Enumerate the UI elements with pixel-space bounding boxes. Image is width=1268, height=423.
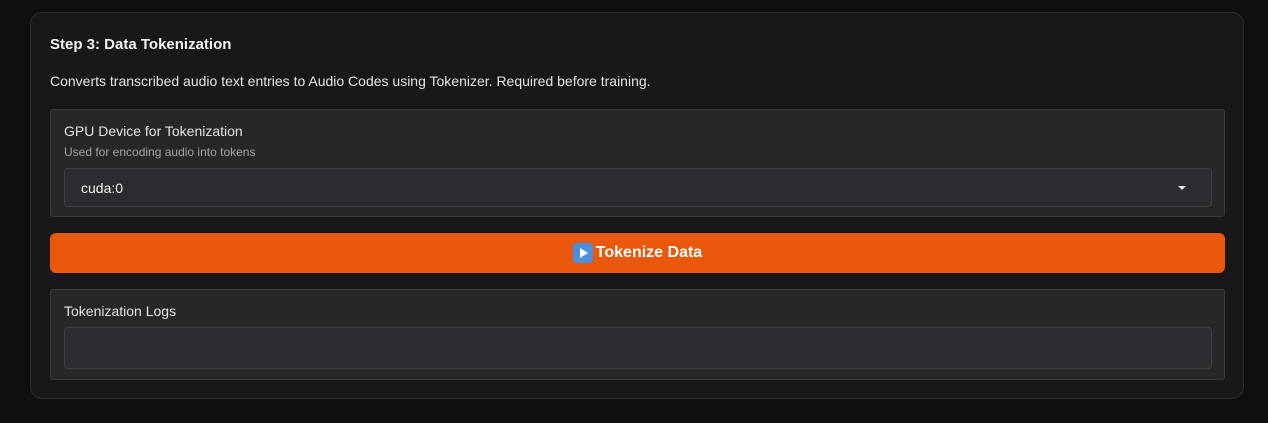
gpu-device-block: GPU Device for Tokenization Used for enc… xyxy=(50,109,1225,217)
tokenization-logs-label: Tokenization Logs xyxy=(64,303,177,319)
play-button-icon xyxy=(572,243,593,263)
gpu-device-info: Used for encoding audio into tokens xyxy=(64,145,256,159)
tokenize-data-button[interactable]: Tokenize Data xyxy=(50,233,1225,273)
section-description: Converts transcribed audio text entries … xyxy=(50,73,651,89)
section-title: Step 3: Data Tokenization xyxy=(50,36,232,53)
chevron-down-icon xyxy=(1178,186,1186,190)
gpu-device-dropdown[interactable]: cuda:0 xyxy=(64,168,1212,207)
tokenization-panel: Step 3: Data Tokenization Converts trans… xyxy=(30,12,1244,399)
gpu-device-selected-value: cuda:0 xyxy=(81,180,124,196)
tokenization-logs-output[interactable] xyxy=(64,327,1212,369)
tokenization-logs-block: Tokenization Logs xyxy=(50,289,1225,380)
gpu-device-label: GPU Device for Tokenization xyxy=(64,123,243,139)
tokenize-data-label: Tokenize Data xyxy=(595,244,703,261)
